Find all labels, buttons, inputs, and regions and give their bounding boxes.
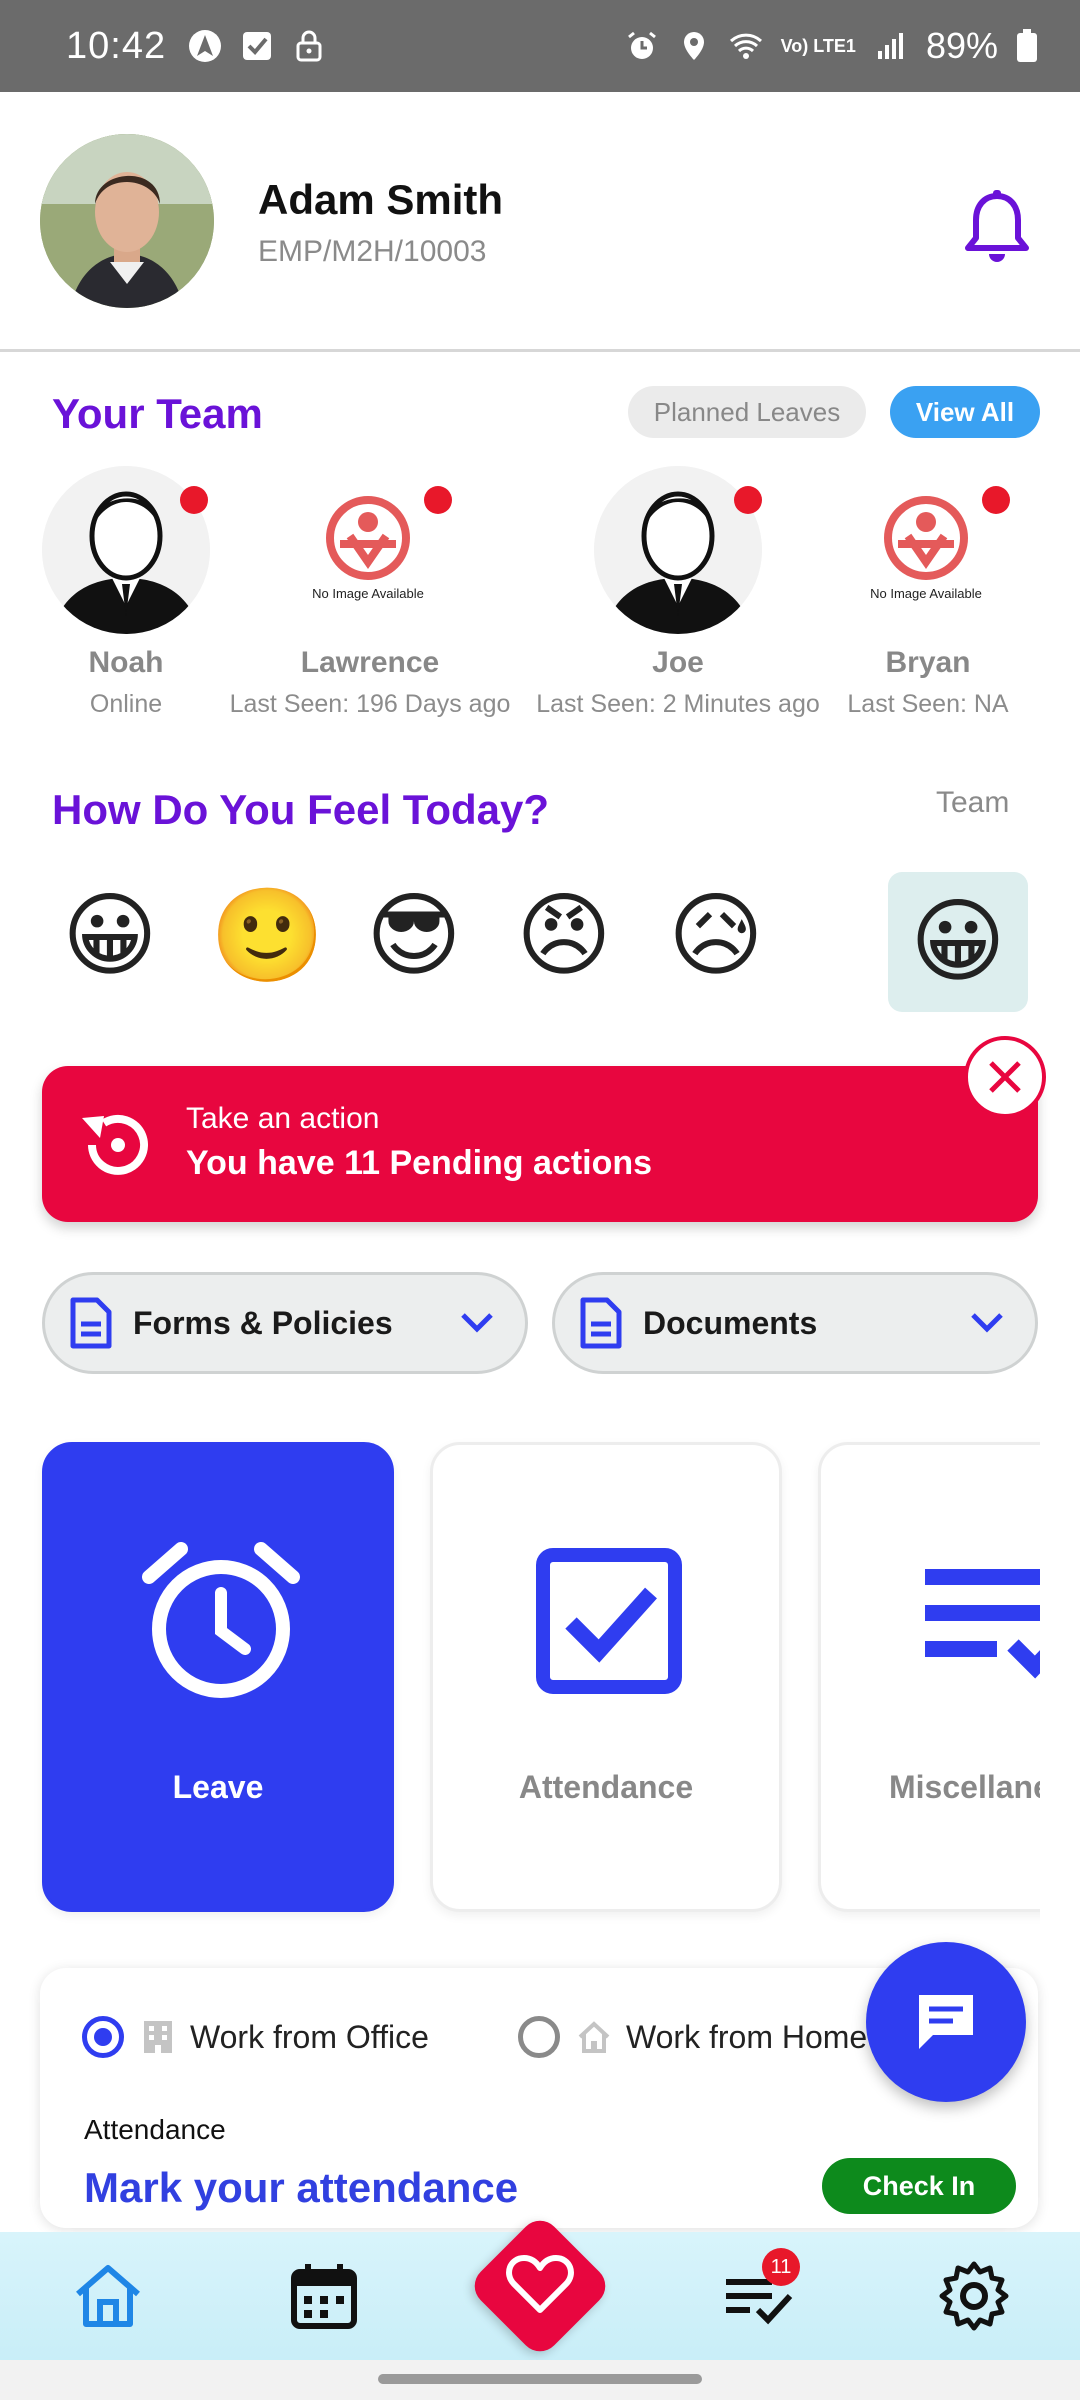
chevron-down-icon bbox=[971, 1313, 1003, 1333]
checkbox-checked-icon bbox=[536, 1548, 682, 1694]
member-name: Noah bbox=[88, 646, 164, 679]
pending-actions-banner[interactable]: Take an action You have 11 Pending actio… bbox=[42, 1066, 1038, 1222]
team-mood-label[interactable]: Team bbox=[936, 786, 1009, 820]
chat-message-icon bbox=[919, 1995, 973, 2049]
alarm-clock-icon bbox=[142, 1542, 300, 1698]
member-status: Last Seen: NA bbox=[847, 690, 1009, 718]
office-building-icon bbox=[144, 2021, 172, 2053]
employee-id: EMP/M2H/10003 bbox=[258, 235, 487, 268]
work-from-home-label: Work from Home bbox=[626, 2018, 868, 2055]
close-banner-button[interactable] bbox=[964, 1036, 1046, 1118]
member-status: Last Seen: 2 Minutes ago bbox=[536, 690, 820, 718]
avatar[interactable] bbox=[40, 134, 214, 308]
chat-fab-button[interactable] bbox=[866, 1942, 1026, 2102]
status-dot bbox=[424, 486, 452, 514]
documents-dropdown[interactable]: Documents bbox=[552, 1272, 1038, 1374]
attendance-label: Attendance bbox=[84, 2114, 226, 2145]
work-from-office-option[interactable]: Work from Office bbox=[82, 2016, 429, 2058]
member-name: Bryan bbox=[885, 646, 971, 679]
status-bar: 10:42 Vo) LTE1 89% bbox=[0, 0, 1080, 92]
tasks-badge: 11 bbox=[762, 2248, 800, 2286]
location-icon bbox=[683, 32, 704, 60]
calendar-nav-icon[interactable] bbox=[286, 2258, 362, 2334]
radio-selected[interactable] bbox=[82, 2016, 124, 2058]
leave-label: Leave bbox=[172, 1769, 264, 1805]
documents-label: Documents bbox=[643, 1304, 818, 1341]
profile-name: Adam Smith bbox=[258, 176, 504, 223]
leave-tile[interactable]: Leave bbox=[42, 1442, 394, 1912]
document-icon bbox=[70, 1297, 112, 1349]
no-image-text: No Image Available bbox=[312, 586, 424, 601]
home-icon bbox=[578, 2021, 610, 2053]
navigation-app-icon bbox=[189, 30, 222, 62]
your-team-title: Your Team bbox=[52, 390, 263, 437]
attendance-label: Attendance bbox=[518, 1769, 694, 1805]
home-indicator-bar[interactable] bbox=[378, 2374, 702, 2384]
team-mood-emoji-icon: 😀 bbox=[910, 888, 1006, 995]
list-check-icon bbox=[925, 1569, 1040, 1679]
member-status: Online bbox=[89, 690, 163, 718]
home-nav-icon[interactable] bbox=[70, 2258, 146, 2334]
chevron-down-icon bbox=[461, 1313, 493, 1333]
heart-icon bbox=[506, 2255, 574, 2313]
feelings-title: How Do You Feel Today? bbox=[52, 786, 550, 833]
wifi-icon bbox=[729, 33, 762, 59]
attendance-tile[interactable]: Attendance bbox=[430, 1442, 782, 1912]
emoji-cool-icon[interactable]: 😎 bbox=[362, 884, 466, 988]
modules-carousel[interactable]: Leave Attendance Miscellaneous bbox=[0, 1430, 1040, 1930]
lock-icon bbox=[296, 30, 322, 62]
status-dot bbox=[734, 486, 762, 514]
document-icon bbox=[580, 1297, 622, 1349]
status-dot bbox=[982, 486, 1010, 514]
miscellaneous-label: Miscellaneous bbox=[889, 1769, 1040, 1805]
forms-policies-label: Forms & Policies bbox=[133, 1304, 393, 1341]
member-status: Last Seen: 196 Days ago bbox=[229, 690, 511, 718]
emoji-angry-icon[interactable]: 😠 bbox=[512, 884, 616, 988]
battery-icon bbox=[1017, 29, 1037, 62]
settings-gear-icon[interactable] bbox=[936, 2258, 1012, 2334]
work-from-office-label: Work from Office bbox=[190, 2018, 429, 2055]
pending-subtitle: Take an action bbox=[186, 1102, 380, 1135]
pending-message: You have 11 Pending actions bbox=[186, 1144, 653, 1182]
check-in-button[interactable]: Check In bbox=[822, 2158, 1016, 2214]
work-from-home-option[interactable]: Work from Home bbox=[518, 2016, 867, 2058]
no-image-text: No Image Available bbox=[870, 586, 982, 601]
battery-percent: 89% bbox=[925, 25, 998, 66]
network-type-label: Vo) LTE1 bbox=[780, 36, 856, 56]
emoji-happy-icon[interactable]: 😀 bbox=[58, 884, 162, 988]
pending-history-icon bbox=[82, 1114, 148, 1175]
view-all-button[interactable]: View All bbox=[890, 386, 1040, 438]
status-time: 10:42 bbox=[66, 24, 167, 67]
signal-icon bbox=[877, 33, 903, 59]
status-dot bbox=[180, 486, 208, 514]
emoji-smile-icon[interactable]: 🙂 bbox=[210, 884, 325, 988]
checkbox-notification-icon bbox=[243, 32, 272, 60]
mark-attendance-title: Mark your attendance bbox=[84, 2164, 519, 2211]
emoji-sad-icon[interactable]: 😥 bbox=[664, 884, 768, 988]
notification-bell-icon[interactable] bbox=[962, 188, 1032, 266]
avatar-photo bbox=[40, 134, 214, 308]
miscellaneous-tile[interactable]: Miscellaneous bbox=[818, 1442, 1040, 1912]
close-icon bbox=[989, 1061, 1021, 1093]
profile-header: Adam Smith EMP/M2H/10003 bbox=[0, 92, 1080, 352]
alarm-icon bbox=[627, 31, 656, 59]
member-name: Lawrence bbox=[300, 646, 440, 679]
member-name: Joe bbox=[652, 646, 704, 679]
planned-leaves-button[interactable]: Planned Leaves bbox=[628, 386, 866, 438]
team-members-list[interactable]: Noah Online No Image Available Lawrence … bbox=[0, 460, 1080, 730]
forms-policies-dropdown[interactable]: Forms & Policies bbox=[42, 1272, 528, 1374]
radio-unselected[interactable] bbox=[518, 2016, 560, 2058]
